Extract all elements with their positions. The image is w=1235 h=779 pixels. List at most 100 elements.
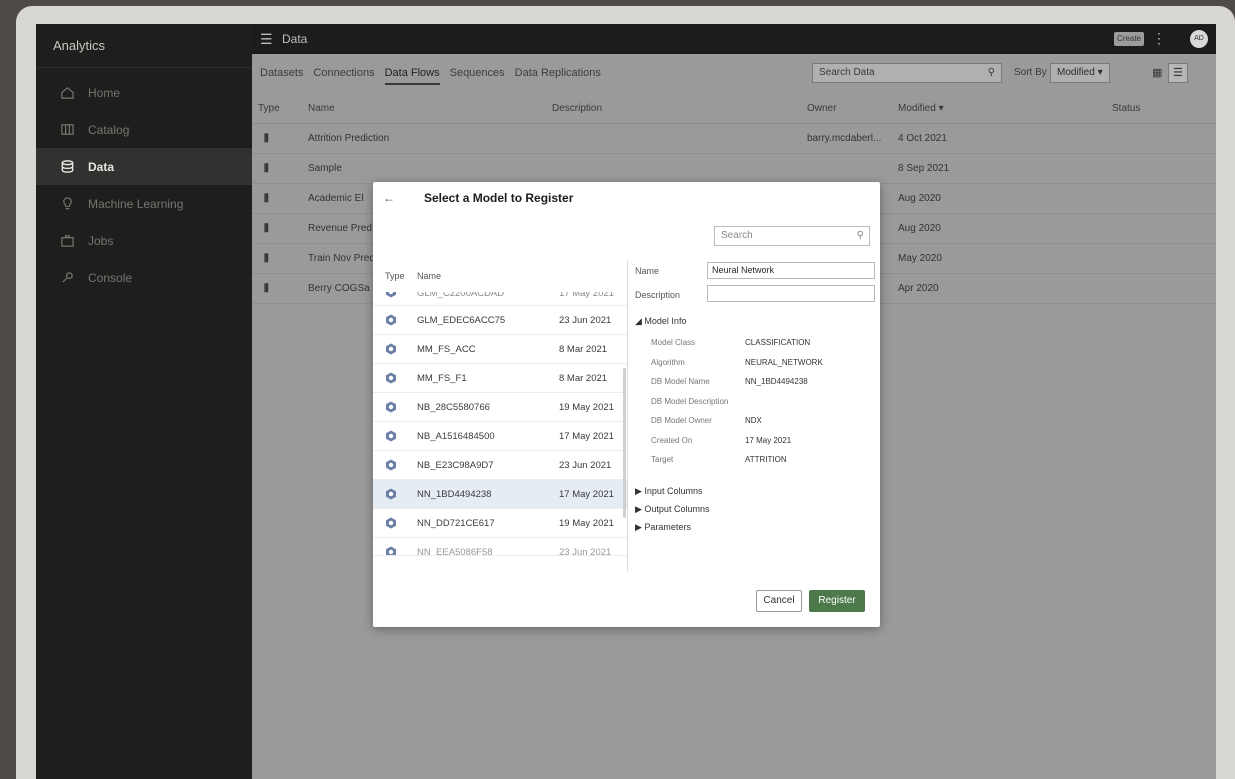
sidebar-item-label: Machine Learning [88,196,184,211]
col-status[interactable]: Status [1112,103,1140,114]
data-flow-icon: ⫴ [264,223,269,235]
list-item[interactable]: GLM_C2200ACDAD 17 May 2021 [373,292,627,306]
list-item[interactable]: NN_1BD4494238 17 May 2021 [373,480,627,509]
sidebar-item-data[interactable]: Data [36,148,252,185]
output-columns-toggle[interactable]: ▶ Output Columns [635,504,709,515]
tab-data-flows[interactable]: Data Flows [384,63,440,85]
tab-connections[interactable]: Connections [313,63,374,85]
model-list-header: Type Name [373,260,627,292]
model-name: NB_28C5580766 [417,402,490,413]
row-modified: Aug 2020 [898,223,941,234]
search-icon: ⚲ [856,230,864,241]
list-item[interactable]: NB_E23C98A9D7 23 Jun 2021 [373,451,627,480]
model-date: 8 Mar 2021 [559,373,608,384]
info-label: Target [651,455,674,464]
model-name: MM_FS_ACC [417,344,476,355]
cancel-button[interactable]: Cancel [756,590,802,612]
info-value: NDX [745,416,762,425]
model-date: 19 May 2021 [559,402,614,413]
list-item[interactable]: MM_FS_F1 8 Mar 2021 [373,364,627,393]
sidebar-item-console[interactable]: Console [36,259,252,296]
description-field[interactable] [707,285,875,302]
kebab-menu-icon[interactable]: ⋮ [1152,30,1166,47]
create-button[interactable]: Create [1114,32,1144,46]
sidebar-item-machine-learning[interactable]: Machine Learning [36,185,252,222]
row-modified: 8 Sep 2021 [898,163,950,174]
search-placeholder: Search Data [819,67,875,78]
model-icon [385,459,397,471]
sidebar-item-home[interactable]: Home [36,74,252,111]
name-field[interactable]: Neural Network [707,262,875,279]
input-columns-toggle[interactable]: ▶ Input Columns [635,486,702,497]
model-icon [385,314,397,326]
table-row[interactable]: ⫴ Attrition Prediction barry.mcdaberl... 4 … [252,124,1216,154]
model-icon [385,517,397,529]
row-name: Revenue Pred [308,223,372,234]
sidebar-item-jobs[interactable]: Jobs [36,222,252,259]
table-header: Type Name Description Owner Modified ▾ S… [252,94,1216,124]
info-value: ATTRITION [745,455,787,464]
row-name: Sample [308,163,342,174]
info-label: Model Class [651,338,696,347]
list-item[interactable]: NN_EEA5086F58 23 Jun 2021 [373,538,627,556]
top-bar: ☰ Data Create ⋮ AD [252,24,1216,54]
model-icon [385,546,397,555]
model-date: 23 Jun 2021 [559,315,612,326]
list-item[interactable]: NB_28C5580766 19 May 2021 [373,393,627,422]
model-name: GLM_EDEC6ACC75 [417,315,506,326]
tabs-bar: Datasets Connections Data Flows Sequences Da… [252,54,1216,94]
list-item[interactable]: GLM_EDEC6ACC75 23 Jun 2021 [373,306,627,335]
model-search-placeholder: Search [721,230,753,241]
model-name: MM_FS_F1 [417,373,467,384]
col-modified[interactable]: Modified ▾ [898,103,944,114]
data-flow-icon: ⫴ [264,163,269,175]
model-name: NB_E23C98A9D7 [417,460,494,471]
model-name: GLM_C2200ACDAD [417,292,505,299]
tab-data-replications[interactable]: Data Replications [515,63,601,85]
model-details: Name Neural Network Description ◢ Model … [635,260,875,572]
model-date: 17 May 2021 [559,489,614,500]
row-name: Train Nov Pred [308,253,375,264]
model-icon [385,292,397,298]
console-icon [58,269,76,287]
info-label: Created On [651,435,693,445]
info-value: NEURAL_NETWORK [745,357,823,367]
sidebar-item-catalog[interactable]: Catalog [36,111,252,148]
info-value: 17 May 2021 [745,435,792,445]
model-icon [385,488,397,500]
row-modified: Apr 2020 [898,283,939,294]
model-list: Type Name GLM_C2200ACDAD 17 May 2021 GLM_E… [373,260,628,572]
list-item[interactable]: MM_FS_ACC 8 Mar 2021 [373,335,627,364]
page-title: Data [282,32,308,46]
row-name: Berry COGSa [308,283,370,294]
model-list-scrollbar[interactable] [623,368,626,518]
col-type[interactable]: Type [258,103,280,114]
sort-by-value: Modified [1057,67,1095,78]
table-row[interactable]: ⫴ Sample 8 Sep 2021 [252,154,1216,184]
hamburger-menu-icon[interactable]: ☰ [260,31,276,48]
avatar[interactable]: AD [1190,30,1208,48]
sort-by-select[interactable]: Modified ▾ [1050,63,1110,83]
parameters-toggle[interactable]: ▶ Parameters [635,522,691,533]
col-owner[interactable]: Owner [807,103,836,114]
model-col-type: Type [385,271,405,281]
col-name[interactable]: Name [308,103,335,114]
model-search-input[interactable]: Search ⚲ [714,226,870,246]
row-name: Academic El [308,193,364,204]
list-item[interactable]: NN_DD721CE617 19 May 2021 [373,509,627,538]
tab-datasets[interactable]: Datasets [260,63,303,85]
home-icon [58,84,76,102]
model-date: 23 Jun 2021 [559,547,612,556]
data-flow-icon: ⫴ [264,253,269,265]
search-input[interactable]: Search Data ⚲ [812,63,1002,83]
info-label: Algorithm [651,357,685,367]
back-arrow-icon[interactable]: ← [383,191,395,205]
model-info-toggle[interactable]: ◢ Model Info [635,316,686,327]
register-button[interactable]: Register [809,590,865,612]
list-view-icon[interactable]: ☰ [1168,63,1188,83]
tab-sequences[interactable]: Sequences [450,63,505,85]
sidebar: Analytics Home Catalog Data Machine Learnin… [36,24,252,779]
grid-view-icon[interactable]: ▦ [1152,66,1162,79]
col-description[interactable]: Description [552,103,602,114]
list-item[interactable]: NB_A1516484500 17 May 2021 [373,422,627,451]
